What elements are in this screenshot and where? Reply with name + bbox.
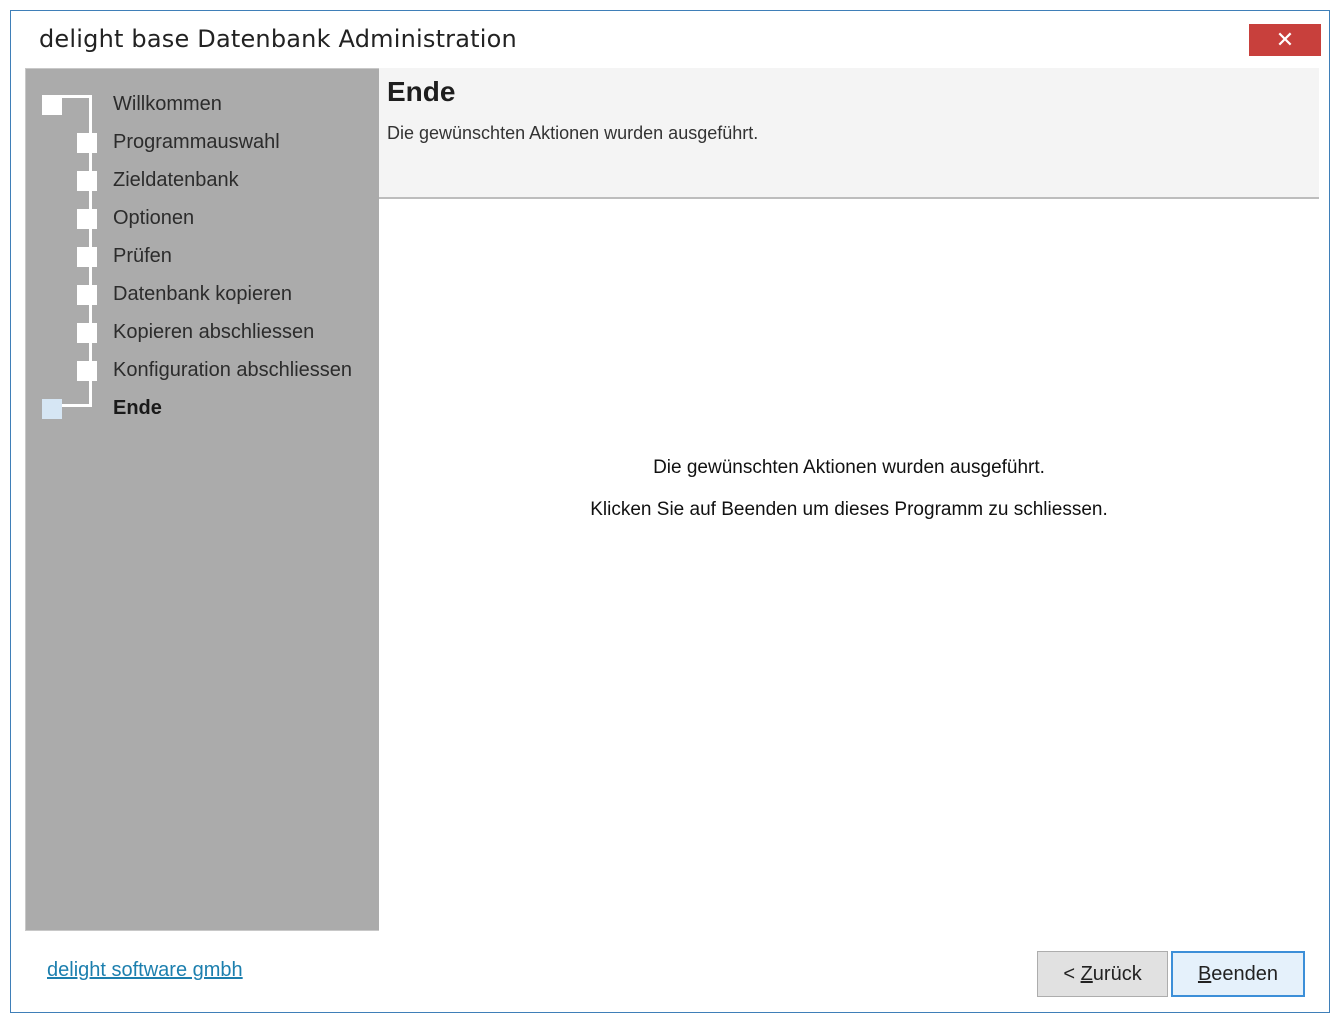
- steps-sidebar: Willkommen Programmauswahl Zieldatenbank…: [25, 68, 380, 931]
- tree-connector-top: [62, 95, 92, 98]
- window-title: delight base Datenbank Administration: [39, 25, 517, 53]
- finish-label-rest: eenden: [1211, 962, 1279, 985]
- message-line-2: Klicken Sie auf Beenden um dieses Progra…: [590, 499, 1108, 520]
- back-label-mnemonic: Z: [1080, 962, 1093, 985]
- step-pruefen: Prüfen: [113, 245, 172, 267]
- step-zieldatenbank: Zieldatenbank: [113, 169, 239, 191]
- back-label-prefix: <: [1063, 962, 1081, 985]
- finish-label-mnemonic: B: [1197, 962, 1212, 985]
- step-node-datenbank-kopieren: [77, 285, 97, 305]
- step-node-zieldatenbank: [77, 171, 97, 191]
- company-link[interactable]: delight software gmbh: [47, 959, 243, 982]
- step-node-ende: [42, 399, 62, 419]
- step-willkommen: Willkommen: [113, 93, 222, 115]
- step-kopieren-abschliessen: Kopieren abschliessen: [113, 321, 315, 343]
- back-label-rest: urück: [1092, 962, 1142, 985]
- close-icon: ✕: [1275, 27, 1295, 53]
- step-node-konfiguration-abschliessen: [77, 361, 97, 381]
- step-node-pruefen: [77, 247, 97, 267]
- content-area: Die gewünschten Aktionen wurden ausgefüh…: [379, 199, 1319, 931]
- step-node-programmauswahl: [77, 133, 97, 153]
- tree-connector-bottom: [62, 404, 92, 407]
- step-konfiguration-abschliessen: Konfiguration abschliessen: [113, 359, 353, 381]
- page-subtitle: Die gewünschten Aktionen wurden ausgefüh…: [387, 123, 759, 143]
- step-node-optionen: [77, 209, 97, 229]
- step-datenbank-kopieren: Datenbank kopieren: [113, 283, 293, 305]
- close-button[interactable]: ✕: [1249, 24, 1321, 56]
- step-ende: Ende: [113, 397, 162, 419]
- page-header: Ende Die gewünschten Aktionen wurden aus…: [379, 68, 1319, 199]
- finish-button[interactable]: Beenden: [1171, 951, 1305, 997]
- step-node-willkommen: [42, 95, 62, 115]
- wizard-window: delight base Datenbank Administration ✕ …: [10, 10, 1330, 1013]
- step-programmauswahl: Programmauswahl: [113, 131, 280, 153]
- message-line-1: Die gewünschten Aktionen wurden ausgefüh…: [653, 457, 1045, 478]
- page-title: Ende: [387, 76, 456, 107]
- back-button[interactable]: < Zurück: [1037, 951, 1168, 997]
- step-node-kopieren-abschliessen: [77, 323, 97, 343]
- step-optionen: Optionen: [113, 207, 195, 229]
